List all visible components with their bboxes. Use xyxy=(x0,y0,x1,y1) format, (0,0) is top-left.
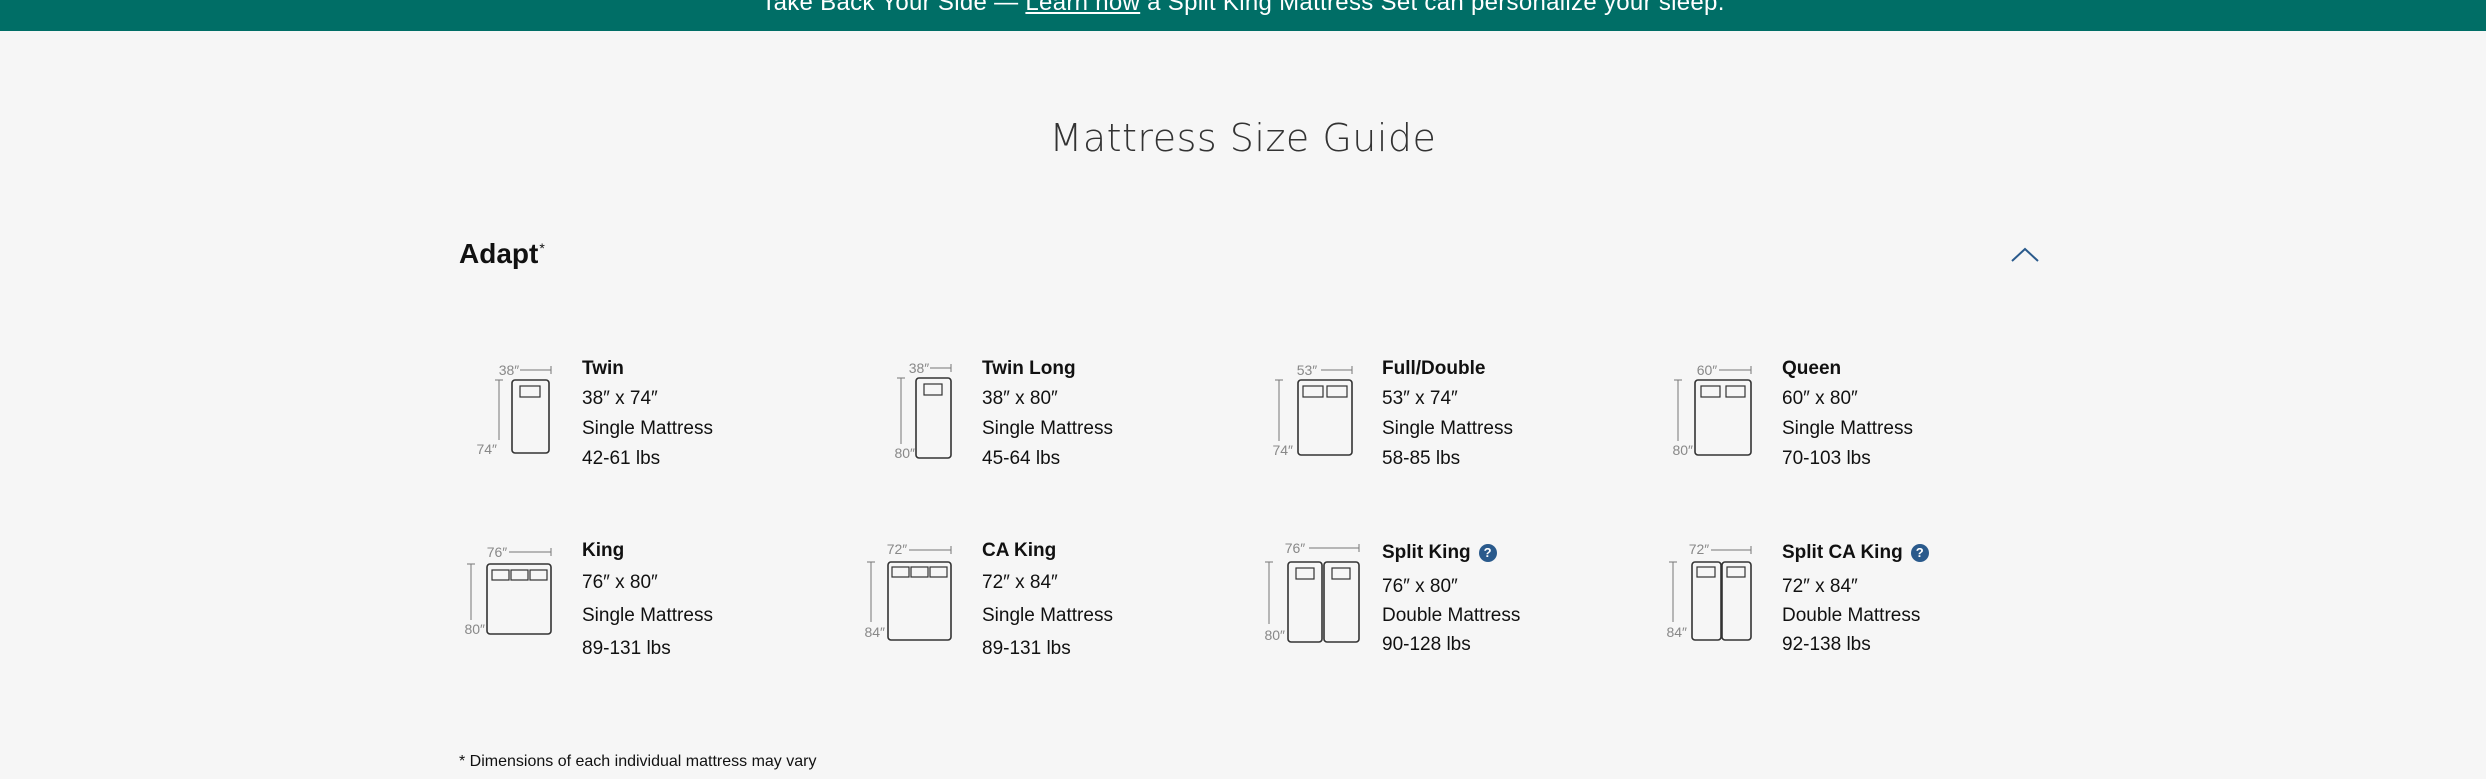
help-icon[interactable]: ? xyxy=(1478,544,1497,562)
length-label: 84″ xyxy=(1666,624,1687,640)
width-label: 60″ xyxy=(1697,362,1718,378)
size-name-text: CA King xyxy=(982,540,1057,561)
size-name: CA King xyxy=(982,540,1113,562)
width-label: 53″ xyxy=(1297,362,1318,378)
section-title-text: Adapt xyxy=(459,238,539,269)
width-label: 76″ xyxy=(487,544,508,560)
weight-range: 89-131 lbs xyxy=(982,638,1071,659)
length-label: 80″ xyxy=(464,621,485,637)
size-name: King xyxy=(582,540,713,562)
size-name: Twin xyxy=(582,358,713,380)
help-icon[interactable]: ? xyxy=(1910,544,1929,562)
size-info: Split King? 76″ x 80″ Double Mattress 90… xyxy=(1382,542,1520,656)
size-info: King 76″ x 80″ Single Mattress 89-131 lb… xyxy=(582,540,713,660)
size-info: Queen 60″ x 80″ Single Mattress 70-103 l… xyxy=(1782,358,1913,470)
weight-range: 70-103 lbs xyxy=(1782,448,1871,469)
mattress-type: Single Mattress xyxy=(1382,418,1513,439)
size-dimensions: 72″ x 84″ xyxy=(1782,576,1858,597)
size-dimensions: 72″ x 84″ xyxy=(982,572,1058,593)
weight-range: 92-138 lbs xyxy=(1782,634,1871,655)
size-dimensions: 76″ x 80″ xyxy=(1382,576,1458,597)
size-name-text: Full/Double xyxy=(1382,358,1486,379)
width-label: 76″ xyxy=(1285,540,1306,556)
footnote: * Dimensions of each individual mattress… xyxy=(459,753,817,770)
weight-range: 58-85 lbs xyxy=(1382,448,1461,469)
twin-long-diagram-icon: 38″ 80″ xyxy=(894,360,952,461)
weight-range: 90-128 lbs xyxy=(1382,634,1471,655)
ca-king-diagram-icon: 72″ 84″ xyxy=(864,541,952,641)
length-label: 80″ xyxy=(1264,627,1285,643)
weight-range: 45-64 lbs xyxy=(982,448,1061,469)
weight-range: 42-61 lbs xyxy=(582,448,661,469)
size-dimensions: 60″ x 80″ xyxy=(1782,388,1858,409)
length-label: 74″ xyxy=(1272,442,1293,458)
size-name-text: Queen xyxy=(1782,358,1842,379)
queen-diagram-icon: 60″ 80″ xyxy=(1672,362,1752,458)
size-dimensions: 38″ x 80″ xyxy=(982,388,1058,409)
size-info: Twin 38″ x 74″ Single Mattress 42-61 lbs xyxy=(582,358,713,470)
section-header-adapt[interactable]: Adapt* xyxy=(459,236,2041,276)
mattress-type: Double Mattress xyxy=(1382,605,1521,626)
section-title-asterisk: * xyxy=(539,240,545,256)
full-double-diagram-icon: 53″ 74″ xyxy=(1272,362,1353,458)
width-label: 72″ xyxy=(1689,541,1710,557)
size-card-ca-king: 72″ 84″ CA King 72″ x 84″ Single Mattres… xyxy=(859,540,1259,670)
page-title: Mattress Size Guide xyxy=(1049,116,1437,160)
mattress-type: Single Mattress xyxy=(1782,418,1913,439)
section-title: Adapt* xyxy=(459,238,545,270)
split-ca-king-diagram-icon: 72″ 84″ xyxy=(1666,541,1752,641)
length-label: 84″ xyxy=(864,624,885,640)
split-king-diagram-icon: 76″ 80″ xyxy=(1264,540,1360,643)
size-name-text: Twin Long xyxy=(982,358,1076,379)
size-name: Split King? xyxy=(1382,542,1520,564)
mattress-type: Single Mattress xyxy=(982,605,1113,626)
size-card-twin: 38″ 74″ Twin 38″ x 74″ Single Mattress 4… xyxy=(459,358,859,488)
length-label: 74″ xyxy=(476,441,497,457)
size-card-king: 76″ 80″ King 76″ x 80″ Single Mattress 8… xyxy=(459,540,859,670)
length-label: 80″ xyxy=(1672,442,1693,458)
size-info: CA King 72″ x 84″ Single Mattress 89-131… xyxy=(982,540,1113,660)
size-name-text: Split CA King xyxy=(1782,542,1903,563)
size-name-text: King xyxy=(582,540,625,561)
length-label: 80″ xyxy=(894,445,915,461)
promo-text-after: a Split King Mattress Set can personaliz… xyxy=(1140,0,1725,16)
width-label: 38″ xyxy=(909,360,930,376)
width-label: 72″ xyxy=(887,541,908,557)
size-name: Queen xyxy=(1782,358,1913,380)
width-label: 38″ xyxy=(499,362,520,378)
chevron-up-icon[interactable] xyxy=(2009,242,2041,266)
mattress-type: Double Mattress xyxy=(1782,605,1921,626)
size-info: Twin Long 38″ x 80″ Single Mattress 45-6… xyxy=(982,358,1113,470)
size-card-queen: 60″ 80″ Queen 60″ x 80″ Single Mattress … xyxy=(1659,358,2059,488)
size-dimensions: 38″ x 74″ xyxy=(582,388,658,409)
mattress-type: Single Mattress xyxy=(582,418,713,439)
size-name: Twin Long xyxy=(982,358,1113,380)
mattress-type: Single Mattress xyxy=(982,418,1113,439)
size-card-full-double: 53″ 74″ Full/Double 53″ x 74″ Single Mat… xyxy=(1259,358,1659,488)
size-card-split-ca-king: 72″ 84″ Split CA King? 72″ x 84″ Double … xyxy=(1659,540,2059,670)
promo-banner: Take Back Your Side — Learn now a Split … xyxy=(0,0,2486,31)
twin-diagram-icon: 38″ 74″ xyxy=(476,362,552,457)
size-name-text: Split King xyxy=(1382,542,1471,563)
size-info: Full/Double 53″ x 74″ Single Mattress 58… xyxy=(1382,358,1513,470)
promo-text-before: Take Back Your Side — xyxy=(761,0,1026,16)
learn-now-link[interactable]: Learn now xyxy=(1025,0,1140,16)
size-name: Split CA King? xyxy=(1782,542,1929,564)
mattress-type: Single Mattress xyxy=(582,605,713,626)
king-diagram-icon: 76″ 80″ xyxy=(464,544,552,637)
size-info: Split CA King? 72″ x 84″ Double Mattress… xyxy=(1782,542,1929,656)
weight-range: 89-131 lbs xyxy=(582,638,671,659)
size-card-twin-long: 38″ 80″ Twin Long 38″ x 80″ Single Mattr… xyxy=(859,358,1259,488)
size-name-text: Twin xyxy=(582,358,624,379)
size-dimensions: 53″ x 74″ xyxy=(1382,388,1458,409)
size-card-split-king: 76″ 80″ Split King? 76″ x 80″ Double Mat… xyxy=(1259,540,1659,670)
size-name: Full/Double xyxy=(1382,358,1513,380)
size-dimensions: 76″ x 80″ xyxy=(582,572,658,593)
